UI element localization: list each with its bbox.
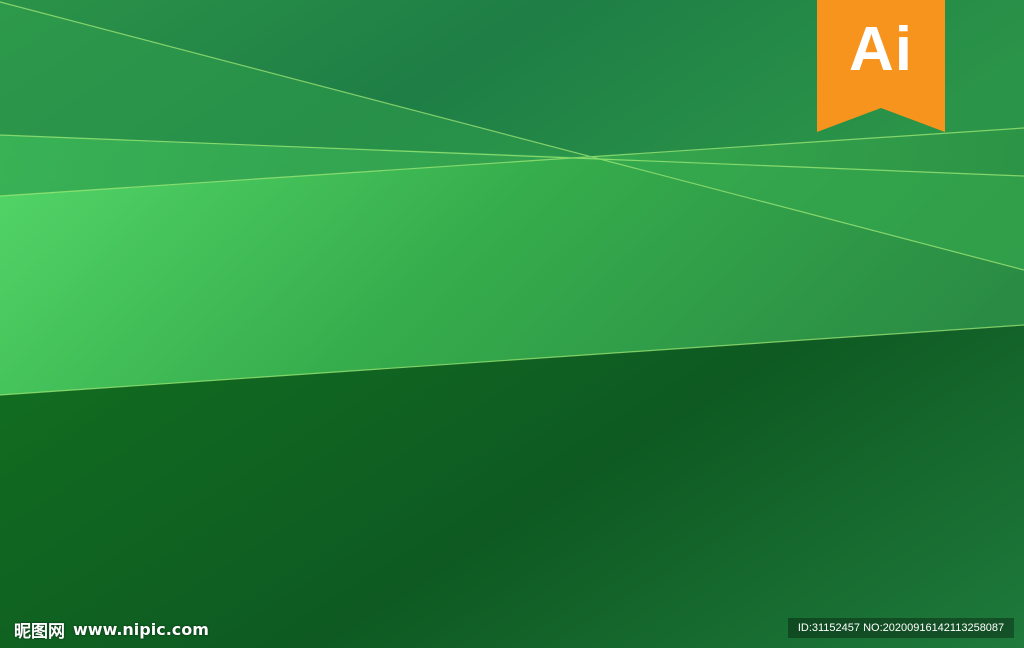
site-watermark: 昵图网 www.nipic.com [14,617,209,642]
background-canvas: Ai 昵图网 www.nipic.com ID:31152457 NO:2020… [0,0,1024,648]
badge-label: Ai [849,15,913,84]
adobe-illustrator-badge: Ai [817,0,945,132]
image-id-watermark: ID:31152457 NO:20200916142113258087 [788,618,1014,638]
site-url: www.nipic.com [73,619,209,639]
brand-name: 昵图网 [14,621,65,642]
